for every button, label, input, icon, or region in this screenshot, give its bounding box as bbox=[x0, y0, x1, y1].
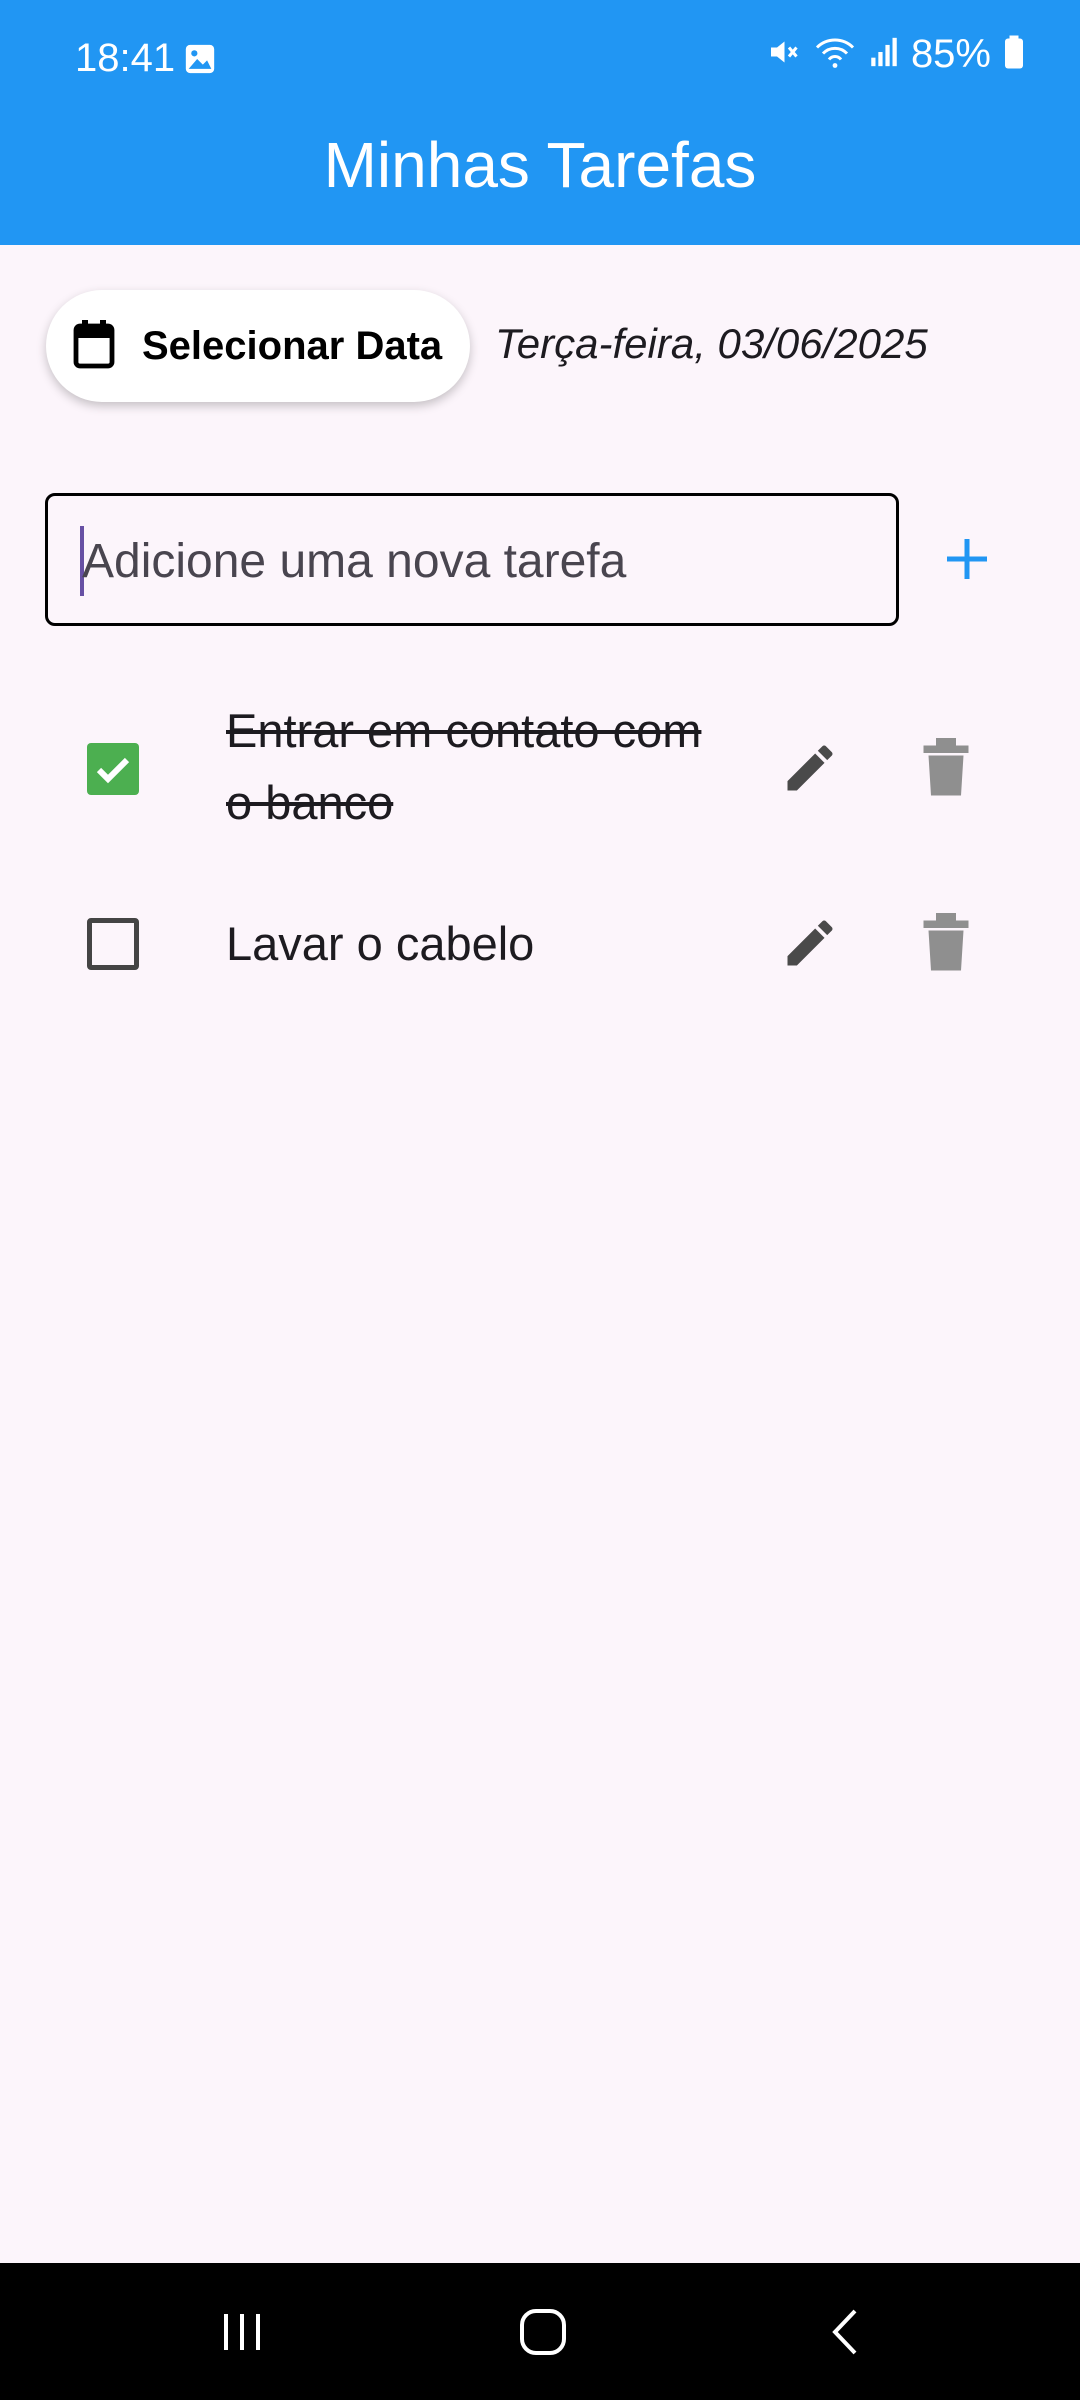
battery-icon bbox=[1003, 34, 1025, 75]
new-task-input[interactable]: Adicione uma nova tarefa bbox=[45, 493, 899, 626]
edit-icon[interactable] bbox=[780, 913, 840, 978]
select-date-button[interactable]: Selecionar Data bbox=[46, 290, 470, 402]
mute-icon bbox=[765, 34, 801, 75]
select-date-label: Selecionar Data bbox=[142, 323, 443, 368]
calendar-icon bbox=[70, 318, 118, 375]
image-icon bbox=[183, 42, 217, 81]
navigation-bar bbox=[0, 2263, 1080, 2400]
status-icons: 85% bbox=[765, 32, 1025, 77]
new-task-placeholder: Adicione uma nova tarefa bbox=[82, 535, 627, 588]
task-checkbox-checked[interactable] bbox=[87, 743, 139, 795]
plus-icon bbox=[935, 539, 999, 597]
back-icon[interactable] bbox=[745, 2263, 945, 2400]
page-title: Minhas Tarefas bbox=[323, 129, 757, 201]
task-title: Lavar o cabelo bbox=[226, 917, 535, 970]
task-title: Entrar em contato com o banco bbox=[226, 704, 702, 829]
delete-icon[interactable] bbox=[920, 913, 972, 978]
task-row: Lavar o cabelo bbox=[0, 905, 1080, 1025]
signal-icon bbox=[869, 35, 899, 74]
task-checkbox-unchecked[interactable] bbox=[87, 918, 139, 970]
battery-level: 85% bbox=[910, 32, 991, 76]
delete-icon[interactable] bbox=[920, 738, 972, 803]
wifi-icon bbox=[813, 34, 857, 75]
status-time: 18:41 bbox=[75, 36, 176, 80]
selected-date: Terça-feira, 03/06/2025 bbox=[495, 320, 928, 367]
recents-icon[interactable] bbox=[142, 2263, 342, 2400]
add-task-button[interactable] bbox=[935, 525, 999, 593]
home-icon[interactable] bbox=[443, 2263, 643, 2400]
app-bar: 18:41 85% Minhas Tarefas bbox=[0, 0, 1080, 245]
task-row: Entrar em contato com o banco bbox=[0, 695, 1080, 845]
edit-icon[interactable] bbox=[780, 738, 840, 803]
